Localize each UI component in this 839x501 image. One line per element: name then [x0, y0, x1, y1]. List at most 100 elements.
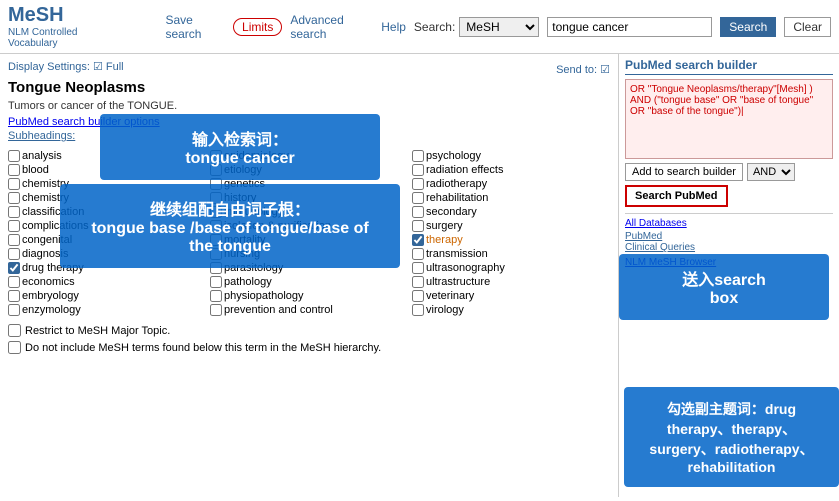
checkbox-physiopathology[interactable]	[210, 290, 222, 302]
advanced-search-link[interactable]: Advanced search	[290, 13, 373, 41]
mesh-logo: MeSH NLM ControlledVocabulary	[8, 4, 157, 49]
annotation-sendbox: 送入searchbox	[619, 254, 829, 320]
send-to[interactable]: Send to: ☑	[556, 63, 610, 76]
checkbox-label-ultrasonography: ultrasonography	[426, 262, 505, 274]
bottom-option: Do not include MeSH terms found below th…	[8, 341, 610, 354]
checkbox-label-economics: economics	[22, 276, 75, 288]
annotation-subheading: 勾选副主题词：drugtherapy、therapy、surgery、radio…	[624, 387, 839, 487]
and-select[interactable]: AND	[747, 163, 795, 181]
checkbox-psychology[interactable]	[412, 150, 424, 162]
checkbox-label-analysis: analysis	[22, 150, 62, 162]
checkbox-item-surgery: surgery	[412, 220, 610, 232]
pubmed-builder-title: PubMed search builder	[625, 58, 833, 75]
checkbox-rehabilitation[interactable]	[412, 192, 424, 204]
checkbox-item-transmission: transmission	[412, 248, 610, 260]
checkbox-label-physiopathology: physiopathology	[224, 290, 304, 302]
search-input[interactable]	[547, 17, 712, 37]
checkbox-classification[interactable]	[8, 206, 20, 218]
left-panel: Display Settings: ☑ Full Send to: ☑ Tong…	[0, 54, 619, 497]
checkbox-pathology[interactable]	[210, 276, 222, 288]
checkbox-label-enzymology: enzymology	[22, 304, 81, 316]
checkbox-diagnosis[interactable]	[8, 248, 20, 260]
search-button[interactable]: Search	[720, 17, 776, 37]
annotation-freeword: 继续组配自由词子根：tongue base /base of tongue/ba…	[60, 184, 400, 268]
checkbox-enzymology[interactable]	[8, 304, 20, 316]
checkbox-complications[interactable]	[8, 220, 20, 232]
pubmed-link[interactable]: PubMed	[625, 231, 833, 242]
checkbox-label-surgery: surgery	[426, 220, 463, 232]
right-panel: PubMed search builder OR "Tongue Neoplas…	[619, 54, 839, 272]
checkbox-label-transmission: transmission	[426, 248, 488, 260]
bottom-options: Restrict to MeSH Major Topic. Do not incl…	[8, 324, 610, 354]
search-pubmed-button[interactable]: Search PubMed	[625, 185, 728, 207]
all-db-link[interactable]: All Databases	[625, 218, 687, 229]
header-links: Save search Limits Advanced search Help	[165, 13, 405, 41]
checkbox-label-therapy: therapy	[426, 234, 463, 246]
checkbox-ultrasonography[interactable]	[412, 262, 424, 274]
limits-button[interactable]: Limits	[233, 18, 282, 36]
display-settings: Display Settings: ☑ Full	[8, 60, 124, 73]
checkbox-economics[interactable]	[8, 276, 20, 288]
checkbox-embryology[interactable]	[8, 290, 20, 302]
clinical-queries-link[interactable]: Clinical Queries	[625, 242, 833, 253]
checkbox-prevention-and-control[interactable]	[210, 304, 222, 316]
checkbox-label-embryology: embryology	[22, 290, 79, 302]
checkbox-veterinary[interactable]	[412, 290, 424, 302]
mesh-title: MeSH	[8, 4, 157, 27]
add-to-builder-button[interactable]: Add to search builder	[625, 163, 743, 181]
checkbox-label-virology: virology	[426, 304, 464, 316]
checkbox-radiotherapy[interactable]	[412, 178, 424, 190]
checkbox-transmission[interactable]	[412, 248, 424, 260]
checkbox-label-psychology: psychology	[426, 150, 481, 162]
header: MeSH NLM ControlledVocabulary Save searc…	[0, 0, 839, 54]
clear-button[interactable]: Clear	[784, 17, 831, 37]
checkbox-label-secondary: secondary	[426, 206, 477, 218]
checkbox-label-radiation-effects: radiation effects	[426, 164, 503, 176]
search-bar: Search: MeSH	[414, 17, 539, 37]
checkbox-virology[interactable]	[412, 304, 424, 316]
checkbox-congenital[interactable]	[8, 234, 20, 246]
checkbox-chemistry[interactable]	[8, 178, 20, 190]
checkbox-drug-therapy[interactable]	[8, 262, 20, 274]
display-settings-link[interactable]: Display Settings: ☑ Full	[8, 61, 124, 73]
checkbox-secondary[interactable]	[412, 206, 424, 218]
checkbox-item-psychology: psychology	[412, 150, 610, 162]
right-wrapper: PubMed search builder OR "Tongue Neoplas…	[619, 54, 839, 497]
checkbox-item-economics: economics	[8, 276, 206, 288]
bottom-checkbox[interactable]	[8, 341, 21, 354]
checkbox-item-enzymology: enzymology	[8, 304, 206, 316]
checkbox-therapy[interactable]	[412, 234, 424, 246]
main-layout: Display Settings: ☑ Full Send to: ☑ Tong…	[0, 54, 839, 497]
checkbox-ultrastructure[interactable]	[412, 276, 424, 288]
annotation-search: 输入检索词：tongue cancer	[100, 114, 380, 180]
checkbox-item-prevention-and-control: prevention and control	[210, 304, 408, 316]
checkbox-radiation-effects[interactable]	[412, 164, 424, 176]
checkbox-item-ultrasonography: ultrasonography	[412, 262, 610, 274]
checkbox-surgery[interactable]	[412, 220, 424, 232]
checkbox-label-veterinary: veterinary	[426, 290, 474, 302]
bottom-option-label: Restrict to MeSH Major Topic.	[25, 325, 170, 337]
checkbox-label-rehabilitation: rehabilitation	[426, 192, 488, 204]
checkbox-blood[interactable]	[8, 164, 20, 176]
search-type-select[interactable]: MeSH	[459, 17, 539, 37]
checkbox-analysis[interactable]	[8, 150, 20, 162]
checkbox-item-secondary: secondary	[412, 206, 610, 218]
checkbox-label-blood: blood	[22, 164, 49, 176]
bottom-option: Restrict to MeSH Major Topic.	[8, 324, 610, 337]
builder-text-area[interactable]: OR "Tongue Neoplasms/therapy"[Mesh] ) AN…	[625, 79, 833, 159]
save-search-link[interactable]: Save search	[165, 13, 225, 41]
nlm-subtitle: NLM ControlledVocabulary	[8, 27, 157, 49]
checkbox-label-ultrastructure: ultrastructure	[426, 276, 490, 288]
checkbox-item-virology: virology	[412, 304, 610, 316]
checkbox-item-radiotherapy: radiotherapy	[412, 178, 610, 190]
checkbox-chemistry[interactable]	[8, 192, 20, 204]
search-label: Search:	[414, 20, 455, 34]
checkbox-item-ultrastructure: ultrastructure	[412, 276, 610, 288]
help-link[interactable]: Help	[381, 20, 406, 34]
term-title: Tongue Neoplasms	[8, 79, 610, 96]
checkbox-item-veterinary: veterinary	[412, 290, 610, 302]
checkbox-item-therapy: therapy	[412, 234, 610, 246]
checkbox-item-physiopathology: physiopathology	[210, 290, 408, 302]
bottom-checkbox[interactable]	[8, 324, 21, 337]
checkbox-label-pathology: pathology	[224, 276, 272, 288]
